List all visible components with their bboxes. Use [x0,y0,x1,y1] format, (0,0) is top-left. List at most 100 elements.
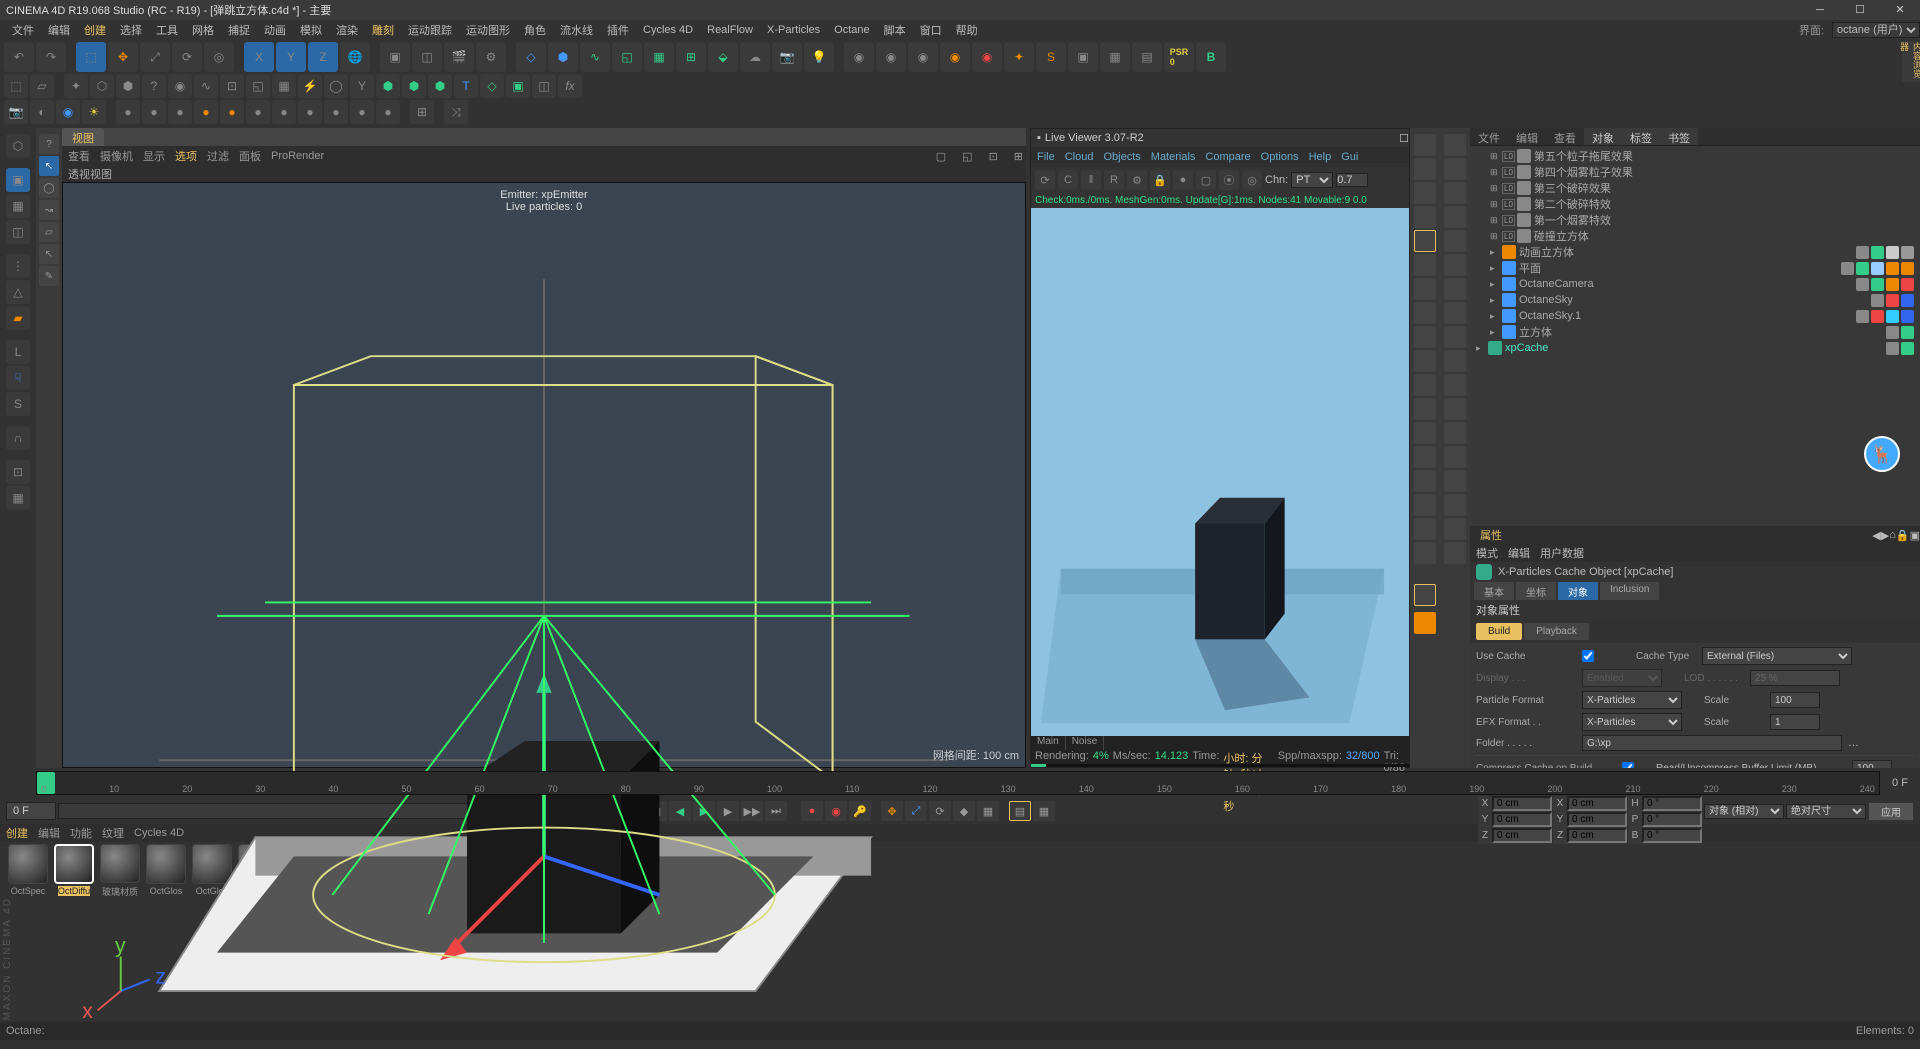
lv-menu-Compare[interactable]: Compare [1205,151,1250,163]
vp-nav-1-icon[interactable]: ◱ [959,150,975,163]
om-item-第二个破碎特效[interactable]: ⊞L0第二个破碎特效 [1470,196,1920,212]
rp-b9-icon[interactable] [1444,326,1466,348]
viewport-tab[interactable]: 视图 [62,128,104,146]
om-item-平面[interactable]: ▸平面 [1470,260,1920,276]
rp-a18-icon[interactable] [1414,542,1436,564]
rp-b3-icon[interactable] [1444,182,1466,204]
om-tab-书签[interactable]: 书签 [1660,128,1698,145]
lv-restart-icon[interactable]: C [1058,170,1078,190]
xp-elektrix-icon[interactable]: ⚡ [298,74,322,98]
xp-trail-icon[interactable]: ∿ [194,74,218,98]
axis-z-icon[interactable]: Z [308,42,338,72]
plugin-xp1-icon[interactable]: ✦ [1004,42,1034,72]
xp-mod2-icon[interactable]: ⬢ [402,74,426,98]
arrow-tool-icon[interactable]: ↖ [39,156,59,176]
rp-a13-icon[interactable] [1414,422,1436,444]
point-mode-icon[interactable]: ⋮ [6,254,30,278]
magnet-icon[interactable]: ∩ [6,426,30,450]
oct-mat8-icon[interactable]: ● [298,100,322,124]
rp-a20-icon[interactable] [1414,612,1436,634]
scale1-field[interactable] [1770,692,1820,708]
lv-menu-Materials[interactable]: Materials [1151,151,1196,163]
rp-a8-icon[interactable] [1414,302,1436,324]
rp-b14-icon[interactable] [1444,446,1466,468]
vp-menu-过滤[interactable]: 过滤 [207,148,229,164]
minimize-button[interactable]: ─ [1800,0,1840,20]
lv-menu-Help[interactable]: Help [1309,151,1332,163]
attr-home-icon[interactable]: ⌂ [1889,529,1896,541]
lv-render-view[interactable] [1031,208,1409,736]
lv-settings-icon[interactable]: ⚙ [1127,170,1147,190]
attr-mgr-icon[interactable]: ▣ [1910,529,1920,542]
om-tab-对象[interactable]: 对象 [1584,128,1622,145]
menu-运动跟踪[interactable]: 运动跟踪 [402,20,458,40]
coord-B[interactable] [1642,828,1702,843]
oct-mat10-icon[interactable]: ● [350,100,374,124]
xp-sprite-icon[interactable]: ◉ [168,74,192,98]
xp-cover-icon[interactable]: ◯ [324,74,348,98]
rp-a4-icon[interactable] [1414,206,1436,228]
vp-menu-摄像机[interactable]: 摄像机 [100,148,133,164]
workplane-mode-icon[interactable]: ◫ [6,220,30,244]
texture-mode-icon[interactable]: ▦ [6,194,30,218]
plugin-3-icon[interactable]: ◉ [908,42,938,72]
plugin-4-icon[interactable]: ◉ [940,42,970,72]
rp-b15-icon[interactable] [1444,470,1466,492]
om-item-动画立方体[interactable]: ▸动画立方体 [1470,244,1920,260]
redo-icon[interactable]: ↷ [36,42,66,72]
om-item-第一个烟雾特效[interactable]: ⊞L0第一个烟雾特效 [1470,212,1920,228]
oct-mat6-icon[interactable]: ● [246,100,270,124]
menu-插件[interactable]: 插件 [601,20,635,40]
coord-mode-select[interactable]: 对象 (相对) [1704,804,1784,819]
axis-y-icon[interactable]: Y [276,42,306,72]
menu-Octane[interactable]: Octane [828,22,875,38]
timeline-ruler[interactable]: 0102030405060708090100110120130140150160… [36,771,1880,795]
attr-tab-坐标[interactable]: 坐标 [1516,582,1556,600]
mat-menu-创建[interactable]: 创建 [6,825,28,841]
plugin-xp2-icon[interactable]: S [1036,42,1066,72]
coord-H[interactable] [1642,796,1702,811]
rp-a17-icon[interactable] [1414,518,1436,540]
object-generator-icon[interactable]: ◱ [612,42,642,72]
oct-mat3-icon[interactable]: ● [168,100,192,124]
attr-fwd-icon[interactable]: ▶ [1881,529,1889,542]
oct-scatter-icon[interactable]: ⊞ [410,100,434,124]
om-tab-标签[interactable]: 标签 [1622,128,1660,145]
workplane-icon[interactable]: ▱ [30,74,54,98]
lv-refresh-icon[interactable]: ⟳ [1035,170,1055,190]
axis-mode-icon[interactable]: L [6,340,30,364]
right-strip-tab[interactable]: 内容浏览器 [1902,42,1920,82]
lv-focus-icon[interactable]: ⦿ [1219,170,1239,190]
attr-menu-编辑[interactable]: 编辑 [1508,545,1530,561]
lv-menu-Cloud[interactable]: Cloud [1065,151,1094,163]
object-subdiv-icon[interactable]: ▦ [644,42,674,72]
coord-apply-button[interactable]: 应用 [1868,802,1914,821]
lv-menu-Options[interactable]: Options [1261,151,1299,163]
coord-size-select[interactable]: 绝对尺寸 [1786,804,1866,819]
close-button[interactable]: ✕ [1880,0,1920,20]
oct-hdr-icon[interactable]: ◐ [30,100,54,124]
lv-tab-noise[interactable]: Noise [1066,736,1105,750]
menu-渲染[interactable]: 渲染 [330,20,364,40]
world-axis-icon[interactable]: 🌐 [340,42,370,72]
menu-运动图形[interactable]: 运动图形 [460,20,516,40]
oct-mat1-icon[interactable]: ● [116,100,140,124]
compress-checkbox[interactable] [1622,762,1634,768]
rp-a5-icon[interactable] [1414,230,1436,252]
lv-menu-Objects[interactable]: Objects [1103,151,1140,163]
rp-b17-icon[interactable] [1444,518,1466,540]
oct-mat11-icon[interactable]: ● [376,100,400,124]
coord-X[interactable] [1492,796,1552,811]
plugin-oct1-icon[interactable]: ▣ [1068,42,1098,72]
rp-b2-icon[interactable] [1444,158,1466,180]
folder-field[interactable] [1582,735,1842,751]
move-tool-icon[interactable]: ✥ [108,42,138,72]
vp-menu-显示[interactable]: 显示 [143,148,165,164]
om-tab-文件[interactable]: 文件 [1470,128,1508,145]
object-camera-icon[interactable]: 📷 [772,42,802,72]
help-icon[interactable]: ? [39,134,59,154]
menu-Cycles 4D[interactable]: Cycles 4D [637,22,699,38]
move-tool2-icon[interactable]: ↖ [39,244,59,264]
xp-cache-icon[interactable]: ▣ [506,74,530,98]
plugin-1-icon[interactable]: ◉ [844,42,874,72]
